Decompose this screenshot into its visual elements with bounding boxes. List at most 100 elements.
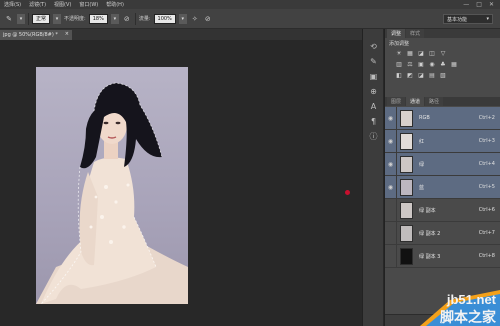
channel-shortcut: Ctrl+5	[478, 184, 495, 190]
visibility-eye-icon[interactable]	[385, 244, 397, 268]
close-tab-icon[interactable]: ×	[65, 31, 69, 37]
channel-row[interactable]: ◉ 红 Ctrl+3	[385, 129, 500, 153]
channel-thumbnail	[400, 201, 413, 219]
visibility-eye-icon[interactable]: ◉	[385, 106, 397, 130]
document-tab-bar: jpg @ 50%(RGB/8#) * ×	[0, 29, 362, 40]
visibility-eye-icon[interactable]	[385, 221, 397, 245]
paragraph-icon[interactable]: ¶	[368, 117, 379, 127]
character-icon[interactable]: A	[368, 102, 379, 112]
channel-shortcut: Ctrl+3	[478, 138, 495, 144]
divider	[28, 12, 29, 25]
airbrush-icon[interactable]: ✧	[190, 14, 200, 24]
flow-dropdown[interactable]: ▾	[178, 13, 187, 24]
invert-icon[interactable]: ◧	[395, 72, 403, 80]
adjustments-row-1: ☀ ▦ ◪ ◫ ▽	[385, 48, 500, 59]
menu-bar: 选择(S) 滤镜(T) 视图(V) 窗口(W) 帮助(H) — □ ✕	[0, 0, 500, 9]
channels-tabs: 图层 通道 路径	[385, 97, 500, 106]
divider	[134, 12, 136, 25]
watermark-domain: jb51.net	[446, 292, 496, 307]
gradient-map-icon[interactable]: ▤	[428, 72, 436, 80]
hue-saturation-icon[interactable]: ▥	[395, 61, 403, 69]
menu-select[interactable]: 选择(S)	[0, 1, 25, 8]
photo-filter-icon[interactable]: ◉	[428, 61, 436, 69]
brightness-icon[interactable]: ☀	[395, 50, 403, 58]
menu-filter[interactable]: 滤镜(T)	[25, 1, 50, 8]
minimize-button[interactable]: —	[463, 1, 469, 8]
channel-name: 绿 副本 3	[419, 253, 441, 260]
posterize-icon[interactable]: ◩	[406, 72, 414, 80]
document-tab[interactable]: jpg @ 50%(RGB/8#) * ×	[0, 30, 72, 40]
brush-cursor	[345, 190, 350, 195]
watermark-name: 脚本之家	[440, 309, 496, 325]
channel-name: 红	[419, 138, 425, 145]
selective-color-icon[interactable]: ▧	[439, 72, 447, 80]
channel-row[interactable]: ◉ 蓝 Ctrl+5	[385, 175, 500, 199]
channel-name: 蓝	[419, 184, 425, 191]
color-lookup-icon[interactable]: ▦	[450, 61, 458, 69]
black-white-icon[interactable]: ▣	[417, 61, 425, 69]
channel-thumbnail	[400, 155, 413, 173]
channel-row[interactable]: 绿 副本 3 Ctrl+8	[385, 244, 500, 268]
blend-mode-select[interactable]: 正常	[32, 13, 51, 24]
portrait-illustration	[36, 82, 188, 304]
close-button[interactable]: ✕	[489, 1, 494, 8]
workspace-label: 基本功能	[447, 16, 468, 23]
channel-thumbnail	[400, 132, 413, 150]
brush-panel-icon[interactable]: ✎	[368, 57, 379, 67]
channel-thumbnail	[400, 247, 413, 265]
tab-layers[interactable]: 图层	[387, 97, 406, 106]
menu-window[interactable]: 窗口(W)	[75, 1, 102, 8]
channel-row[interactable]: ◉ RGB Ctrl+2	[385, 106, 500, 130]
info-icon[interactable]: ⓘ	[368, 132, 379, 142]
channel-row[interactable]: 绿 副本 Ctrl+6	[385, 198, 500, 222]
opacity-label: 不透明度:	[64, 16, 86, 22]
watermark: jb51.net 脚本之家	[420, 290, 500, 326]
tab-channels[interactable]: 通道	[406, 97, 425, 106]
pressure-opacity-icon[interactable]: ⊘	[122, 14, 132, 24]
vibrance-icon[interactable]: ▽	[439, 50, 447, 58]
curves-icon[interactable]: ◪	[417, 50, 425, 58]
visibility-eye-icon[interactable]	[385, 198, 397, 222]
exposure-icon[interactable]: ◫	[428, 50, 436, 58]
pressure-size-icon[interactable]: ⊘	[203, 14, 213, 24]
tab-styles[interactable]: 样式	[406, 29, 425, 38]
history-icon[interactable]: ⟲	[368, 42, 379, 52]
levels-icon[interactable]: ▦	[406, 50, 414, 58]
opacity-input[interactable]: 18%	[88, 13, 108, 24]
right-panel: 调整 样式 添加调整 ☀ ▦ ◪ ◫ ▽ ▥ ⚖ ▣ ◉ ♣ ▦ ◧ ◩ ◪ ▤…	[384, 29, 500, 326]
visibility-eye-icon[interactable]: ◉	[385, 129, 397, 153]
tab-paths[interactable]: 路径	[425, 97, 444, 106]
clone-source-icon[interactable]: ⊕	[368, 87, 379, 97]
channel-name: 绿 副本	[419, 207, 436, 214]
flow-label: 流量:	[138, 16, 151, 22]
threshold-icon[interactable]: ◪	[417, 72, 425, 80]
tab-adjustments[interactable]: 调整	[387, 29, 406, 38]
workspace-switcher[interactable]: 基本功能 ▾	[443, 14, 493, 24]
brush-preset-dropdown[interactable]: ▾	[17, 13, 25, 24]
adjustments-tabs: 调整 样式	[385, 29, 500, 38]
menu-help[interactable]: 帮助(H)	[102, 1, 128, 8]
tool-presets-icon[interactable]: ▣	[368, 72, 379, 82]
maximize-button[interactable]: □	[476, 1, 482, 8]
color-balance-icon[interactable]: ⚖	[406, 61, 414, 69]
adjustments-row-3: ◧ ◩ ◪ ▤ ▧	[385, 70, 500, 81]
visibility-eye-icon[interactable]: ◉	[385, 175, 397, 199]
channel-name: 绿	[419, 161, 425, 168]
document-canvas[interactable]	[0, 40, 362, 326]
channel-shortcut: Ctrl+7	[478, 230, 495, 236]
channel-row[interactable]: 绿 副本 2 Ctrl+7	[385, 221, 500, 245]
channel-thumbnail	[400, 224, 413, 242]
channel-row[interactable]: ◉ 绿 Ctrl+4	[385, 152, 500, 176]
brush-preset-icon[interactable]: ✎	[4, 14, 14, 24]
menu-view[interactable]: 视图(V)	[50, 1, 75, 8]
channel-mixer-icon[interactable]: ♣	[439, 61, 447, 69]
visibility-eye-icon[interactable]: ◉	[385, 152, 397, 176]
blend-mode-dropdown[interactable]: ▾	[53, 13, 62, 24]
flow-input[interactable]: 100%	[153, 13, 176, 24]
opacity-dropdown[interactable]: ▾	[110, 13, 119, 24]
panel-icon-strip: ⟲ ✎ ▣ ⊕ A ¶ ⓘ	[362, 29, 383, 326]
channel-name: 绿 副本 2	[419, 230, 441, 237]
channel-list: ◉ RGB Ctrl+2 ◉ 红 Ctrl+3 ◉ 绿 Ctrl+4 ◉ 蓝 Ctrl+5 绿 副本 Ct…	[385, 106, 500, 268]
window-controls: — □ ✕	[463, 1, 500, 8]
channel-thumbnail	[400, 109, 413, 127]
